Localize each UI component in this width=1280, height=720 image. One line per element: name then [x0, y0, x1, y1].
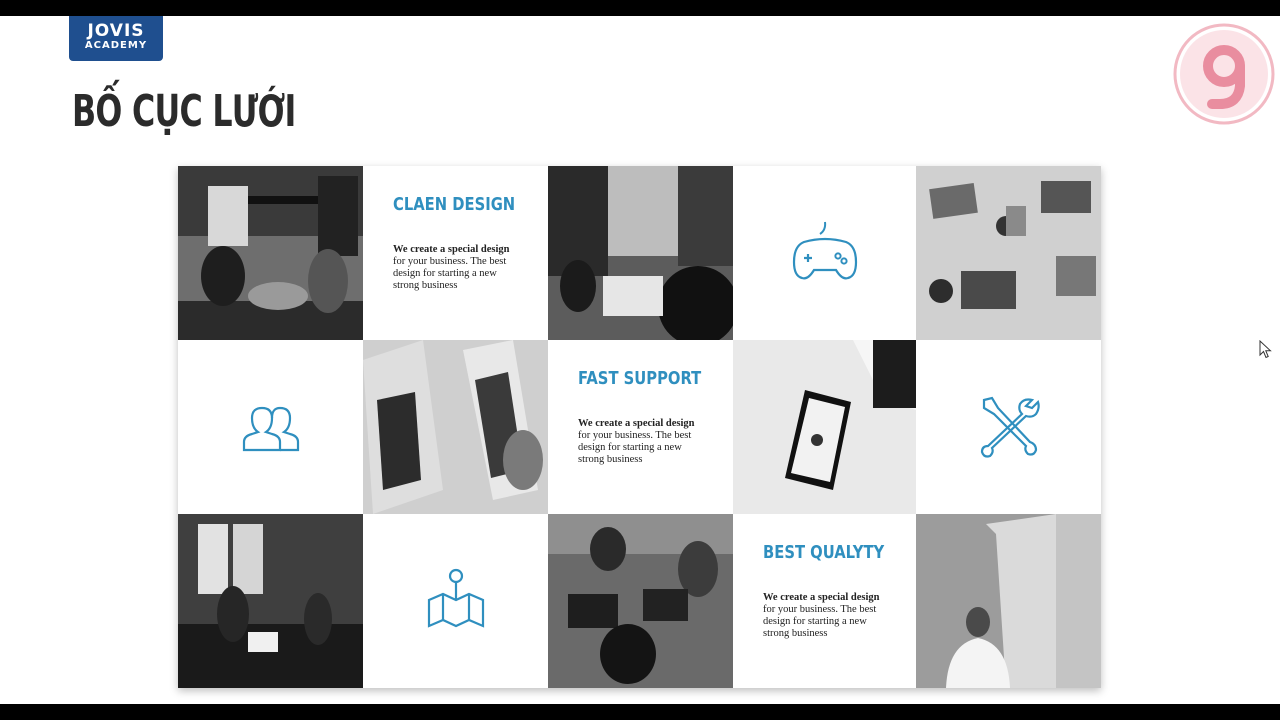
top-letterbox	[0, 0, 1280, 16]
feature-card-quality: BEST QUALYTY We create a special design …	[733, 514, 916, 688]
brand-watermark-icon	[1173, 23, 1275, 125]
feature-heading: CLAEN DESIGN	[393, 194, 516, 215]
logo-text-top: JOVIS	[87, 21, 145, 41]
feature-grid: CLAEN DESIGN We create a special design …	[178, 166, 1101, 688]
desk-topdown-photo	[916, 166, 1101, 340]
feature-description-rest: for your business. The best design for s…	[763, 604, 877, 639]
smartphone-photo	[733, 340, 916, 514]
feature-description: We create a special design for your busi…	[763, 592, 893, 640]
slide-title: BỐ CỤC LƯỚI	[72, 86, 296, 137]
gamepad-icon	[792, 221, 857, 280]
laptops-closeup-photo	[363, 340, 548, 514]
feature-description-lead: We create a special design	[763, 592, 880, 603]
map-pin-icon-cell	[363, 514, 548, 688]
bottom-letterbox	[0, 704, 1280, 720]
feature-description: We create a special design for your busi…	[393, 244, 523, 292]
logo-text-bottom: ACADEMY	[84, 40, 148, 51]
jovis-academy-logo: JOVIS ACADEMY	[69, 16, 163, 61]
feature-heading: FAST SUPPORT	[578, 368, 702, 389]
office-meeting-photo	[178, 166, 363, 340]
mouse-cursor-icon	[1259, 340, 1272, 359]
users-icon	[242, 406, 299, 452]
feature-card-design: CLAEN DESIGN We create a special design …	[363, 166, 548, 340]
tools-icon-cell	[916, 340, 1101, 514]
home-office-photo	[178, 514, 363, 688]
users-icon-cell	[178, 340, 363, 514]
speaker-photo	[916, 514, 1101, 688]
gamepad-icon-cell	[733, 166, 916, 340]
feature-description-rest: for your business. The best design for s…	[578, 430, 692, 465]
map-pin-icon	[427, 568, 484, 628]
feature-description-lead: We create a special design	[578, 418, 695, 429]
tools-icon	[980, 396, 1040, 458]
feature-description-rest: for your business. The best design for s…	[393, 256, 507, 291]
feature-description-lead: We create a special design	[393, 244, 510, 255]
coworking-photo	[548, 514, 733, 688]
feature-card-support: FAST SUPPORT We create a special design …	[548, 340, 733, 514]
feature-description: We create a special design for your busi…	[578, 418, 708, 466]
feature-heading: BEST QUALYTY	[763, 542, 885, 563]
team-laptops-photo	[548, 166, 733, 340]
